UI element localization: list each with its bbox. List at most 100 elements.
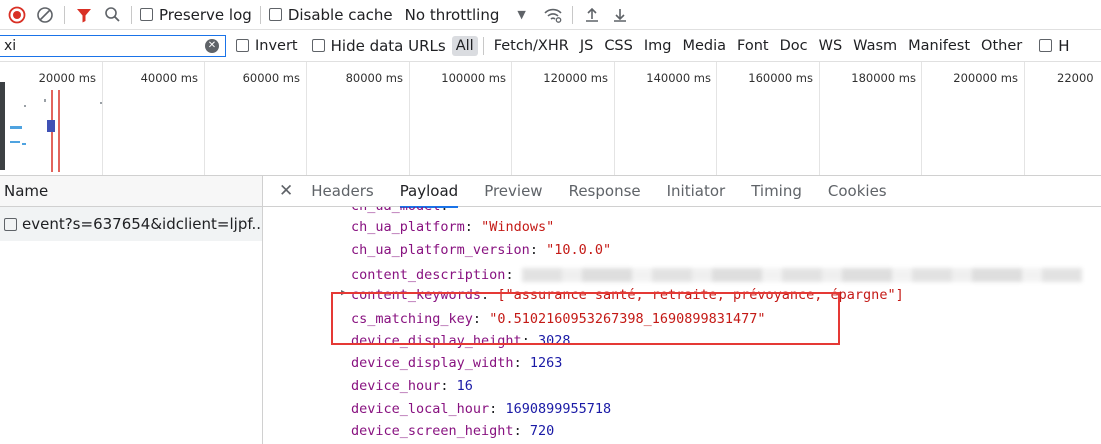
timeline-tick-label: 80000 ms — [345, 71, 403, 85]
payload-value: 16 — [456, 378, 473, 394]
checkbox-box[interactable] — [1039, 39, 1053, 52]
toolbar-divider — [571, 5, 573, 24]
clear-filter-icon[interactable]: ✕ — [205, 38, 219, 53]
request-bar — [100, 102, 102, 104]
tab-payload[interactable]: Payload — [399, 176, 458, 208]
request-bar — [44, 99, 46, 102]
payload-key: device_local_hour — [351, 401, 490, 417]
hide-data-urls-checkbox[interactable]: Hide data URLs — [311, 36, 446, 55]
type-filter-wasm[interactable]: Wasm — [849, 36, 901, 56]
type-filter-fetch-xhr[interactable]: Fetch/XHR — [490, 36, 573, 56]
disable-cache-checkbox[interactable]: Disable cache — [268, 5, 393, 24]
preserve-log-label: Preserve log — [159, 5, 252, 24]
request-row[interactable]: event?s=637654&idclient=ljpf... — [0, 207, 262, 241]
filter-bar: xi ✕ Invert Hide data URLs All Fetch/XHR… — [0, 30, 1101, 62]
clear-icon[interactable] — [34, 4, 56, 26]
payload-line: ch_ua_platform: "Windows" — [351, 219, 555, 235]
filter-input-value[interactable]: xi — [4, 38, 16, 54]
payload-key: ch_ua_model — [351, 207, 440, 214]
payload-line: device_hour: 16 — [351, 378, 473, 394]
timeline-tick-label: 40000 ms — [140, 71, 198, 85]
payload-line: device_display_width: 1263 — [351, 355, 563, 371]
timeline-tick-label: 180000 ms — [851, 71, 916, 85]
type-filter-js[interactable]: JS — [576, 36, 597, 56]
payload-value: 720 — [529, 423, 555, 439]
tab-timing[interactable]: Timing — [751, 176, 802, 207]
payload-line: ch_ua_platform_version: "10.0.0" — [351, 242, 612, 258]
checkbox-box[interactable] — [268, 8, 282, 21]
timeline-tick-label: 22000 — [1057, 71, 1094, 85]
throttling-select[interactable]: No throttling ▼ — [405, 6, 526, 24]
type-filter-media[interactable]: Media — [678, 36, 730, 56]
timeline-tick-label: 200000 ms — [953, 71, 1018, 85]
request-name: event?s=637654&idclient=ljpf... — [22, 215, 262, 233]
download-icon[interactable] — [609, 4, 631, 26]
timeline-overview[interactable]: 20000 ms 40000 ms 60000 ms 80000 ms 1000… — [0, 62, 1101, 176]
type-filter-manifest[interactable]: Manifest — [904, 36, 974, 56]
request-bar — [22, 143, 26, 145]
filter-input[interactable]: xi ✕ — [0, 34, 226, 57]
highlight-annotation-box — [331, 292, 840, 345]
payload-line: device_local_hour: 1690899955718 — [351, 401, 612, 417]
more-filters-checkbox[interactable]: H — [1039, 36, 1070, 55]
disable-cache-label: Disable cache — [287, 5, 393, 24]
payload-key: device_screen_height — [351, 423, 514, 439]
timeline-edge — [0, 82, 5, 170]
payload-key: ch_ua_platform_version — [351, 242, 530, 258]
details-tab-bar: ✕ Headers Payload Preview Response Initi… — [263, 176, 1101, 208]
record-stop-icon[interactable] — [6, 4, 28, 26]
upload-icon[interactable] — [581, 4, 603, 26]
type-filter-doc[interactable]: Doc — [776, 36, 812, 56]
invert-checkbox[interactable]: Invert — [236, 38, 298, 54]
tab-response[interactable]: Response — [569, 176, 641, 207]
tab-cookies[interactable]: Cookies — [828, 176, 887, 207]
request-bar — [10, 126, 22, 129]
hide-data-urls-label: Hide data URLs — [330, 36, 446, 55]
toolbar-divider — [64, 5, 65, 24]
type-filter-other[interactable]: Other — [977, 36, 1026, 56]
filter-icon[interactable] — [73, 4, 95, 26]
more-filters-label: H — [1058, 36, 1070, 55]
checkbox-box[interactable] — [4, 217, 17, 231]
payload-value: "10.0.0" — [546, 242, 612, 258]
checkbox-box[interactable] — [311, 39, 325, 52]
checkbox-box[interactable] — [140, 8, 153, 21]
payload-line: ch_ua_model: — [351, 207, 449, 214]
payload-value: 1690899955718 — [505, 401, 612, 417]
tab-initiator[interactable]: Initiator — [667, 176, 726, 207]
tab-preview[interactable]: Preview — [484, 176, 542, 207]
tab-headers[interactable]: Headers — [311, 176, 373, 207]
network-conditions-icon[interactable] — [542, 4, 564, 26]
chevron-down-icon: ▼ — [517, 8, 526, 21]
timeline-tick-label: 60000 ms — [242, 71, 300, 85]
search-icon[interactable] — [101, 4, 123, 26]
invert-label: Invert — [255, 37, 298, 54]
type-filter-ws[interactable]: WS — [815, 36, 847, 56]
payload-value: 1263 — [529, 355, 563, 371]
checkbox-box[interactable] — [236, 39, 249, 52]
type-filter-all[interactable]: All — [451, 35, 478, 56]
type-filter-font[interactable]: Font — [733, 36, 773, 56]
payload-key: content_description — [351, 267, 506, 283]
redacted-value — [521, 268, 1082, 282]
name-column-header[interactable]: Name — [0, 176, 263, 207]
timeline-tick-label: 140000 ms — [646, 71, 711, 85]
request-bar — [10, 141, 20, 143]
network-toolbar: Preserve log Disable cache No throttling… — [0, 0, 1101, 30]
type-filter-css[interactable]: CSS — [600, 36, 637, 56]
payload-key: ch_ua_platform — [351, 219, 465, 235]
timeline-waterfall — [0, 82, 102, 172]
payload-value: "Windows" — [481, 219, 555, 235]
type-filter-img[interactable]: Img — [640, 36, 676, 56]
request-list: event?s=637654&idclient=ljpf... — [0, 207, 263, 444]
payload-line: device_screen_height: 720 — [351, 423, 555, 439]
timeline-tick-label: 160000 ms — [748, 71, 813, 85]
request-bar — [47, 120, 55, 132]
payload-key: device_hour — [351, 378, 441, 394]
close-icon[interactable]: ✕ — [279, 181, 293, 201]
toolbar-divider — [131, 5, 132, 24]
payload-key: device_display_width — [351, 355, 514, 371]
throttling-value: No throttling — [404, 5, 500, 24]
request-bar — [24, 105, 26, 107]
preserve-log-checkbox[interactable]: Preserve log — [140, 6, 252, 24]
